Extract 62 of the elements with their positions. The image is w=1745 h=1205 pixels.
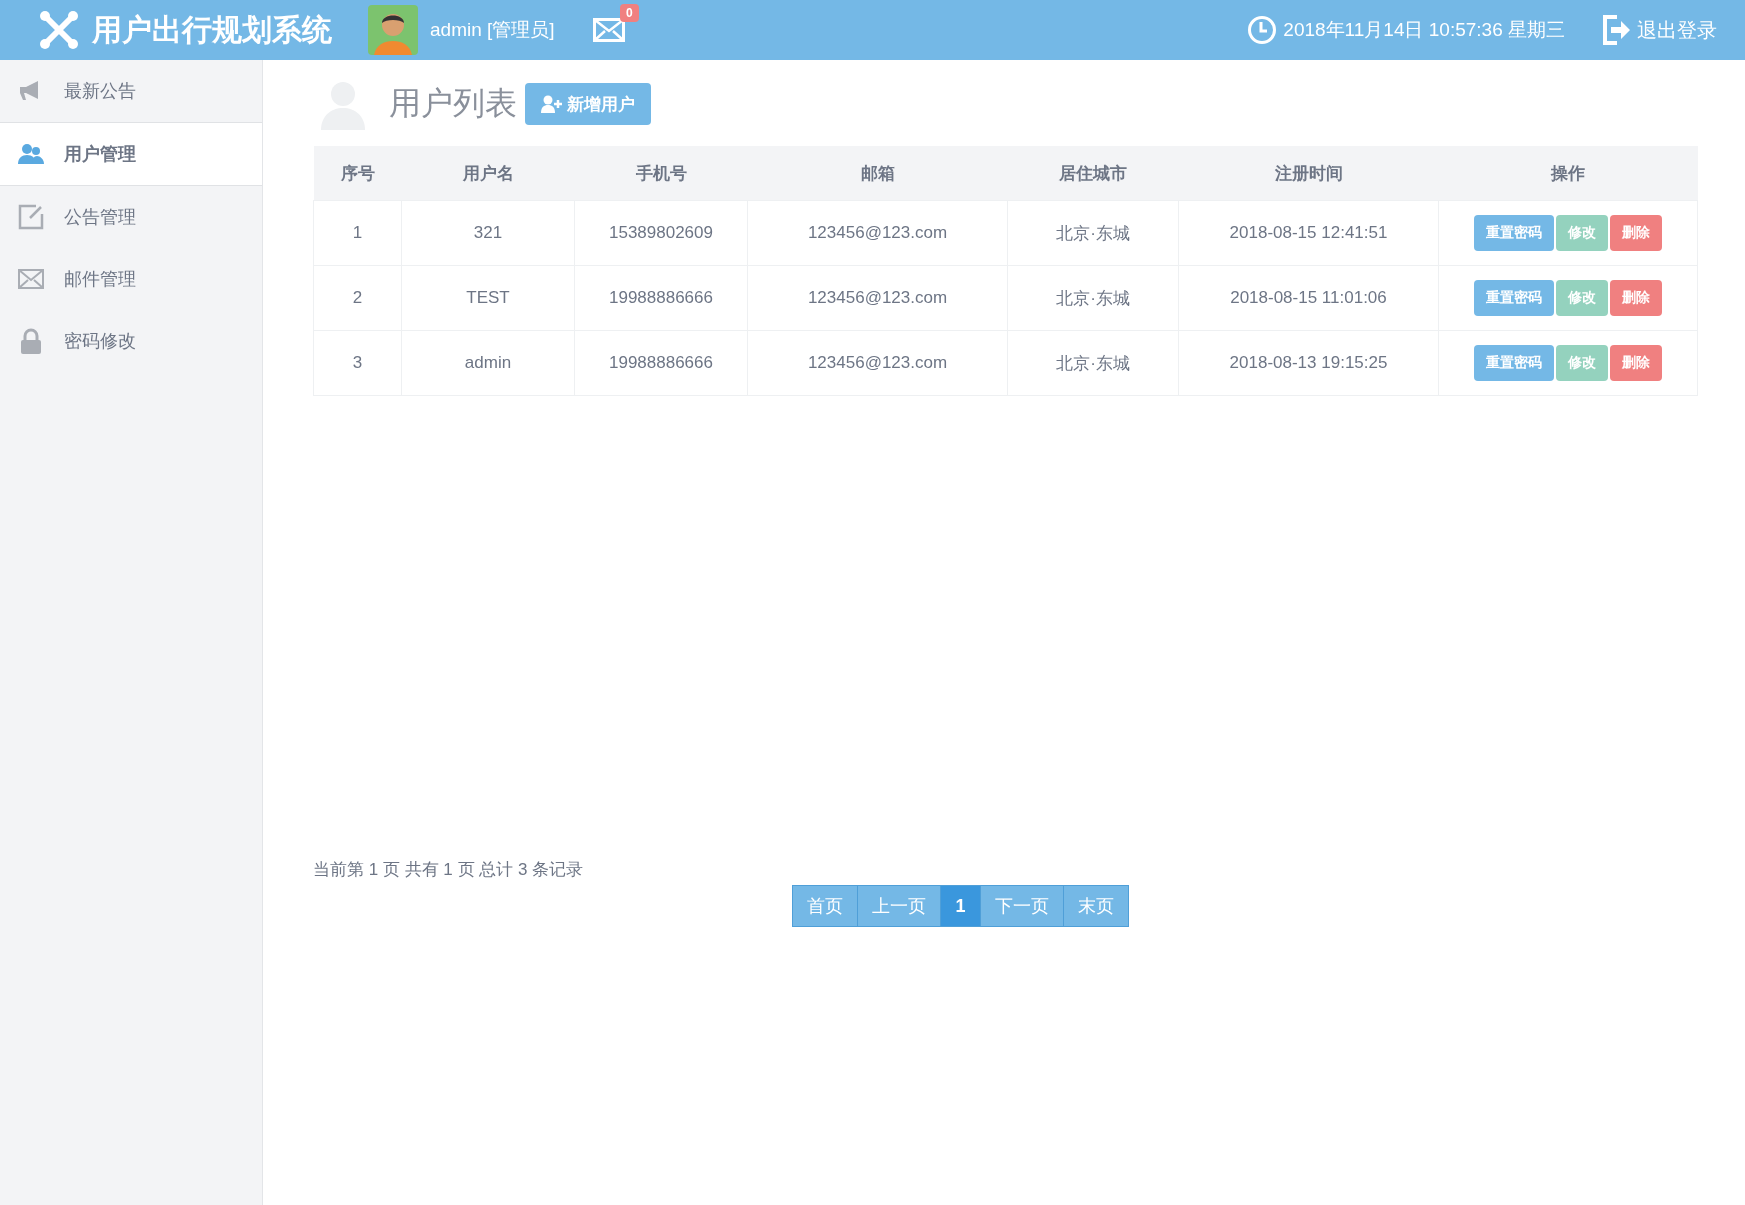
column-header: 手机号 [574,146,748,201]
sidebar-item[interactable]: 最新公告 [0,60,262,122]
app-title: 用户出行规划系统 [92,11,332,48]
edit-button[interactable]: 修改 [1556,280,1608,316]
table-cell: 北京·东城 [1007,265,1179,331]
edit-icon [18,204,44,230]
add-user-button[interactable]: 新增用户 [525,83,651,125]
table-cell: 北京·东城 [1007,330,1179,396]
reset-password-button[interactable]: 重置密码 [1474,215,1554,251]
table-cell: 北京·东城 [1007,200,1179,266]
column-header: 操作 [1438,146,1698,201]
page-button[interactable]: 首页 [792,885,859,927]
edit-button[interactable]: 修改 [1556,215,1608,251]
lock-icon [18,328,44,354]
page-title: 用户列表 [389,84,517,123]
page-button[interactable]: 上一页 [857,885,942,927]
table-cell: 19988886666 [574,330,748,396]
table-cell: 2 [313,265,402,331]
sidebar-item[interactable]: 用户管理 [0,122,262,186]
delete-button[interactable]: 删除 [1610,345,1662,381]
reset-password-button[interactable]: 重置密码 [1474,280,1554,316]
column-header: 用户名 [401,146,575,201]
table-cell: 123456@123.com [747,265,1008,331]
table-cell: TEST [401,265,575,331]
logout-link[interactable]: 退出登录 [1603,15,1717,45]
table-cell: 1 [313,200,402,266]
table-cell: admin [401,330,575,396]
reset-password-button[interactable]: 重置密码 [1474,345,1554,381]
mail-count-badge: 0 [619,4,639,22]
table-cell: 321 [401,200,575,266]
table-cell: 15389802609 [574,200,748,266]
column-header: 注册时间 [1178,146,1439,201]
logout-icon [1603,15,1631,45]
mail-icon[interactable] [592,18,625,42]
sidebar-item[interactable]: 密码修改 [0,310,262,372]
avatar-icon [368,5,418,55]
mail-icon [18,269,44,289]
users-icon [18,142,44,166]
delete-button[interactable]: 删除 [1610,215,1662,251]
page-button[interactable]: 末页 [1062,885,1129,927]
table-cell: 2018-08-15 11:01:06 [1178,265,1439,331]
clock-icon [1247,15,1278,45]
column-header: 邮箱 [747,146,1008,201]
edit-button[interactable]: 修改 [1556,345,1608,381]
sidebar-item[interactable]: 邮件管理 [0,248,262,310]
datetime: 2018年11月14日 10:57:36 星期三 [1283,18,1565,42]
page-button[interactable]: 1 [940,885,981,927]
column-header: 序号 [313,146,402,201]
table-cell: 3 [313,330,402,396]
logo-icon [38,9,80,51]
table-cell: 2018-08-15 12:41:51 [1178,200,1439,266]
page-button[interactable]: 下一页 [979,885,1064,927]
sidebar-item[interactable]: 公告管理 [0,186,262,248]
pagination-info: 当前第 1 页 共有 1 页 总计 3 条记录 [313,859,585,881]
table-cell: 123456@123.com [747,330,1008,396]
table-cell: 123456@123.com [747,200,1008,266]
table-cell: 2018-08-13 19:15:25 [1178,330,1439,396]
user-name: admin [管理员] [430,18,555,42]
add-user-icon [541,95,563,113]
delete-button[interactable]: 删除 [1610,280,1662,316]
column-header: 居住城市 [1007,146,1179,201]
table-cell: 19988886666 [574,265,748,331]
